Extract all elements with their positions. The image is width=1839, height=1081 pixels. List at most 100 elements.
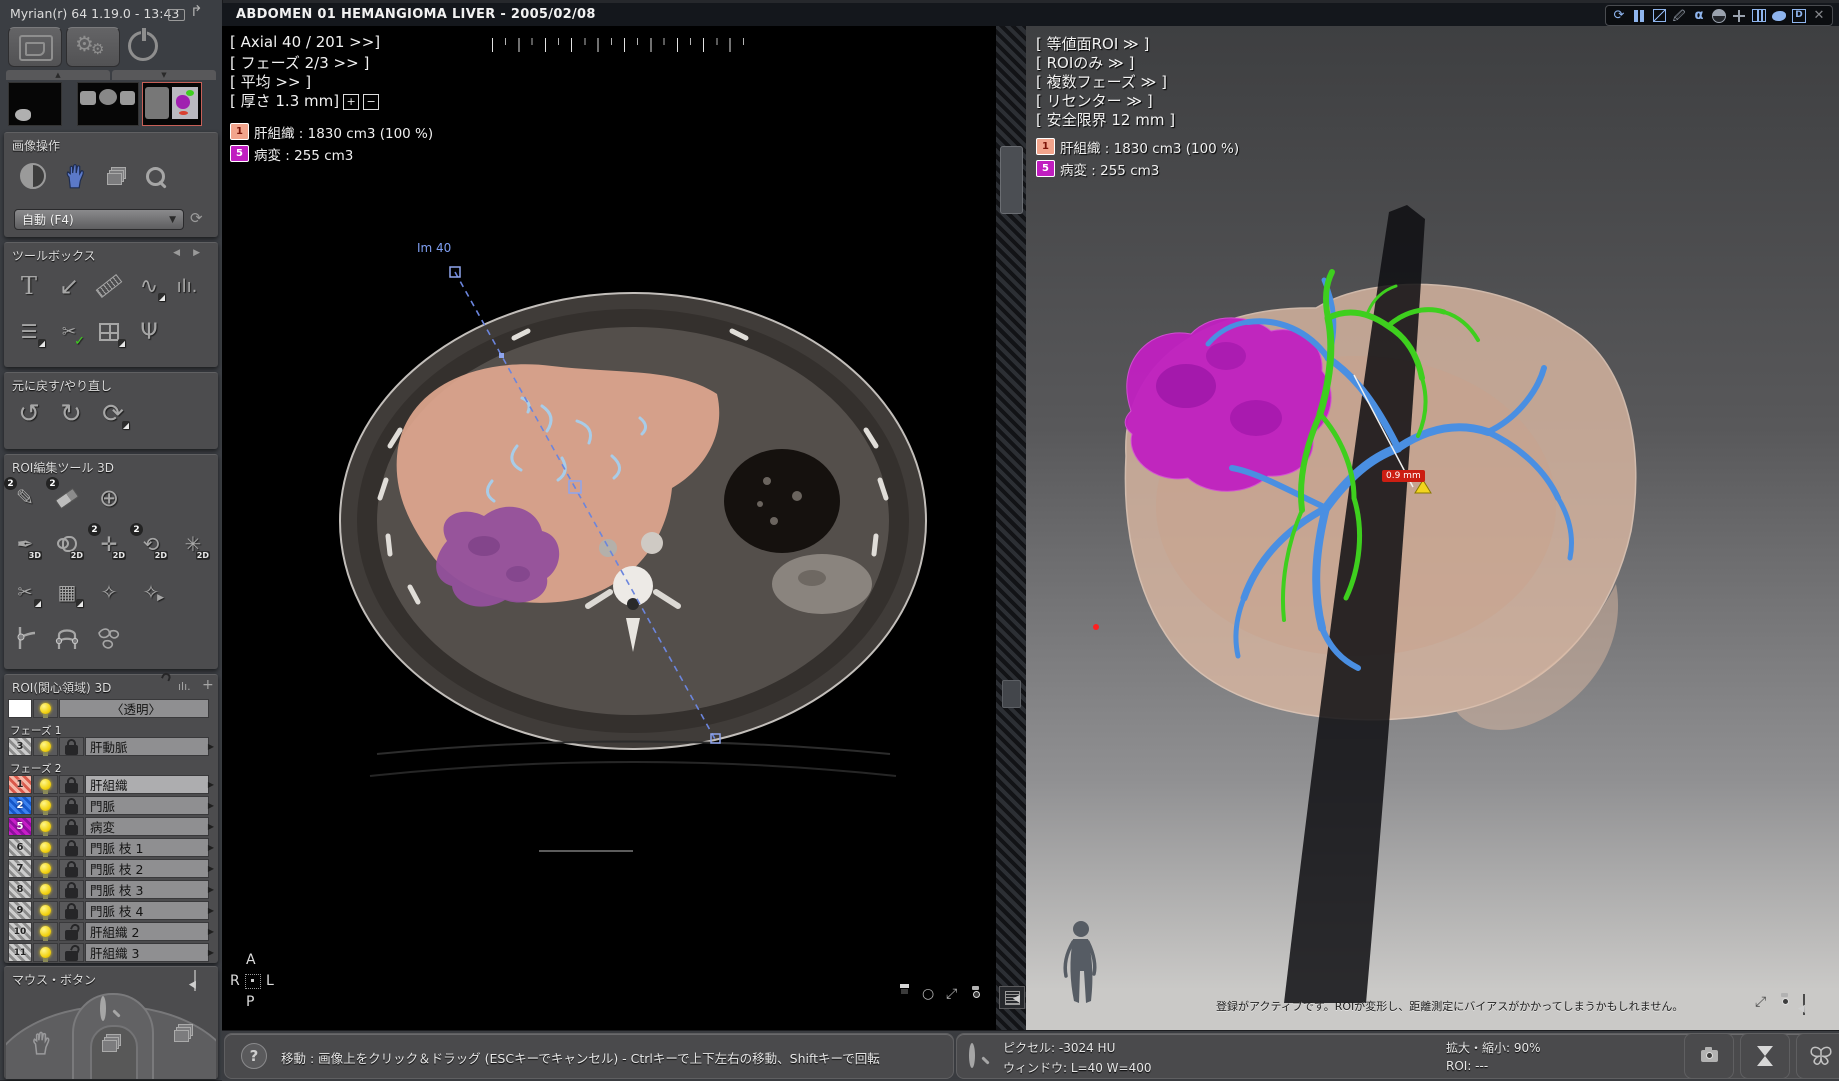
visibility-toggle[interactable] xyxy=(33,796,58,815)
history-button[interactable]: ⟳◢ xyxy=(96,397,130,431)
fullscreen-icon[interactable]: ⤢ xyxy=(1755,994,1766,1010)
close-icon[interactable]: ✕ xyxy=(1812,9,1826,23)
roi-name[interactable]: 肝組織 3 xyxy=(85,943,209,962)
roi-row-transparent[interactable]: 〈透明〉 xyxy=(8,699,214,718)
roi-name[interactable]: 〈透明〉 xyxy=(59,699,209,718)
thumbnail-tab-down[interactable]: ▼ xyxy=(112,70,216,80)
roi-eraser-tool[interactable]: 2 xyxy=(50,481,84,515)
lock-toggle[interactable] xyxy=(59,838,84,857)
color-swatch[interactable]: 8 xyxy=(8,880,32,899)
slice-position-control[interactable]: [ Axial 40 / 201 >>] xyxy=(230,33,380,51)
roi-row[interactable]: 11 肝組織 3 ▶ xyxy=(8,943,214,962)
roi-blob-2d-tool[interactable]: 2D xyxy=(50,527,84,561)
minimize-icon[interactable] xyxy=(168,9,185,21)
thickness-control[interactable]: [ 厚さ 1.3 mm]+− xyxy=(230,90,379,111)
view-menu-button[interactable] xyxy=(999,986,1025,1009)
roi-magic-select-tool[interactable]: ✧ xyxy=(92,575,126,609)
roi-row-expand-icon[interactable]: ▶ xyxy=(208,838,214,857)
thickness-minus-button[interactable]: − xyxy=(363,94,379,110)
power-button[interactable] xyxy=(128,31,158,61)
thickness-plus-button[interactable]: + xyxy=(343,94,359,110)
lock-toggle[interactable] xyxy=(59,901,84,920)
fullscreen-icon[interactable]: ⤢ xyxy=(946,986,957,1002)
window-level-tool[interactable] xyxy=(16,159,50,193)
roi-sphere-tool[interactable]: ⊕ xyxy=(92,481,126,515)
roi-name[interactable]: 肝組織 2 xyxy=(85,922,209,941)
roi-row-expand-icon[interactable]: ▶ xyxy=(208,775,214,794)
circle-roi-icon[interactable]: ○ xyxy=(922,986,934,1002)
open-study-button[interactable] xyxy=(8,27,62,67)
roi-name[interactable]: 門脈 枝 1 xyxy=(85,838,209,857)
series-thumbnail-1[interactable] xyxy=(8,82,62,126)
roi-row-expand-icon[interactable]: ▶ xyxy=(208,880,214,899)
detach-window-icon[interactable]: ↱ xyxy=(190,2,203,20)
roi-row[interactable]: 10 肝組織 2 ▶ xyxy=(8,922,214,941)
visibility-toggle[interactable] xyxy=(33,737,58,756)
attachment-icon[interactable]: 🖉 xyxy=(1672,9,1686,23)
reset-rotation-icon[interactable]: ⟳ xyxy=(1612,9,1626,23)
roi-mesh-tool[interactable]: ▦◢ xyxy=(50,575,84,609)
roi-row-selected[interactable]: 1 肝組織 ▶ xyxy=(8,775,214,794)
redo-button[interactable]: ↻ xyxy=(54,397,88,431)
visibility-toggle[interactable] xyxy=(33,922,58,941)
toolbox-prev-icon[interactable]: ◀ xyxy=(173,248,180,258)
roi-name[interactable]: 門脈 枝 4 xyxy=(85,901,209,920)
roi-seed-2d-tool[interactable]: ✳2D xyxy=(176,527,210,561)
roi-row[interactable]: 6 門脈 枝 1 ▶ xyxy=(8,838,214,857)
isosurface-roi-control[interactable]: [ 等値面ROI ≫ ] xyxy=(1036,33,1149,54)
volume-3d-viewport[interactable]: [ 等値面ROI ≫ ] [ ROIのみ ≫ ] [ 複数フェーズ ≫ ] [ … xyxy=(1026,26,1839,1030)
dicom-export-icon[interactable]: D xyxy=(1792,9,1806,23)
oblique-plane-icon[interactable] xyxy=(1652,9,1666,23)
color-swatch[interactable]: 10 xyxy=(8,922,32,941)
lock-toggle[interactable] xyxy=(59,737,84,756)
scrollbar-thumb[interactable] xyxy=(1000,146,1023,214)
freehand-curve-tool[interactable]: ∿◢ xyxy=(132,269,166,303)
roi-name[interactable]: 門脈 xyxy=(85,796,209,815)
phase-control[interactable]: [ フェーズ 2/3 >> ] xyxy=(230,52,369,73)
color-swatch[interactable] xyxy=(8,699,32,718)
lock-toggle[interactable] xyxy=(59,859,84,878)
roi-row[interactable]: 3 肝動脈 ▶ xyxy=(8,737,214,756)
distance-measure-tool[interactable] xyxy=(92,269,126,303)
color-swatch[interactable]: 1 xyxy=(8,775,32,794)
layout-select-tool[interactable]: ◢ xyxy=(92,315,126,349)
roi-row-expand-icon[interactable]: ▶ xyxy=(208,737,214,756)
butterfly-button[interactable] xyxy=(1796,1033,1839,1079)
zoom-tool[interactable] xyxy=(138,159,172,193)
visibility-toggle[interactable] xyxy=(33,943,58,962)
projection-control[interactable]: [ 平均 >> ] xyxy=(230,71,311,92)
roi-draw-pencil-tool[interactable]: ✎2 xyxy=(8,481,42,515)
crosshair-icon[interactable] xyxy=(1732,9,1746,23)
roi-row-expand-icon[interactable]: ▶ xyxy=(208,943,214,962)
lock-toggle[interactable] xyxy=(59,943,84,962)
history-hourglass-button[interactable] xyxy=(1740,1033,1790,1079)
roi-name[interactable]: 肝動脈 xyxy=(85,737,209,756)
mouse-config-icon[interactable] xyxy=(194,971,196,990)
visibility-toggle[interactable] xyxy=(33,859,58,878)
undo-button[interactable]: ↺ xyxy=(12,397,46,431)
scrollbar-mark[interactable] xyxy=(1002,680,1021,708)
roi-row[interactable]: 8 門脈 枝 3 ▶ xyxy=(8,880,214,899)
thumbnail-tab-up[interactable]: ▲ xyxy=(6,70,110,80)
roi-spline-cut-tool[interactable]: ✂◢ xyxy=(8,575,42,609)
mouse-wheel-zoom-icon[interactable] xyxy=(100,999,106,1018)
roi-name[interactable]: 病変 xyxy=(85,817,209,836)
roi-row-expand-icon[interactable]: ▶ xyxy=(208,796,214,815)
lock-toggle[interactable] xyxy=(59,817,84,836)
color-swatch[interactable]: 3 xyxy=(8,737,32,756)
roi-name[interactable]: 門脈 枝 3 xyxy=(85,880,209,899)
roi-name[interactable]: 門脈 枝 2 xyxy=(85,859,209,878)
visibility-toggle[interactable] xyxy=(33,817,58,836)
roi-blob-icon[interactable] xyxy=(1772,9,1786,23)
roi-row[interactable]: 5 病変 ▶ xyxy=(8,817,214,836)
settings-button[interactable]: ⚙ ⚙ xyxy=(66,27,120,67)
safety-margin-control[interactable]: [ 安全限界 12 mm ] xyxy=(1036,109,1175,130)
roi-only-control[interactable]: [ ROIのみ ≫ ] xyxy=(1036,52,1134,73)
histogram-tool[interactable]: ılı. xyxy=(170,269,204,303)
toolbox-next-icon[interactable]: ▶ xyxy=(193,248,200,258)
half-sphere-icon[interactable] xyxy=(1712,9,1726,23)
vessel-bridge-tool[interactable] xyxy=(50,621,84,655)
color-swatch[interactable]: 2 xyxy=(8,796,32,815)
roi-row[interactable]: 9 門脈 枝 4 ▶ xyxy=(8,901,214,920)
view-menu-icon[interactable] xyxy=(1803,995,1805,1014)
